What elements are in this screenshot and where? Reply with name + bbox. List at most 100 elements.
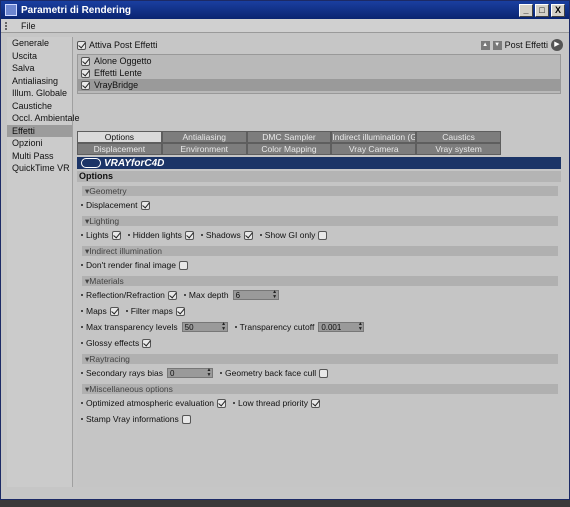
shadows-checkbox[interactable] bbox=[243, 230, 253, 240]
section-raytracing[interactable]: ▾Raytracing bbox=[82, 354, 558, 364]
maps-label: Maps bbox=[86, 306, 107, 316]
sidebar-item-uscita[interactable]: Uscita bbox=[7, 50, 72, 63]
low-thread-priority-label: Low thread priority bbox=[238, 398, 308, 408]
play-arrow-icon[interactable]: ▶ bbox=[551, 39, 563, 51]
glossy-effects-checkbox[interactable] bbox=[142, 338, 152, 348]
secondary-rays-bias-value: 0 bbox=[170, 368, 175, 378]
secondary-rays-bias-label: Secondary rays bias bbox=[86, 368, 164, 378]
hidden-lights-checkbox[interactable] bbox=[184, 230, 194, 240]
back-face-cull-label: Geometry back face cull bbox=[225, 368, 317, 378]
optimized-atmospheric-label: Optimized atmospheric evaluation bbox=[86, 398, 215, 408]
tab-displacement[interactable]: Displacement bbox=[77, 143, 162, 155]
transparency-cutoff-stepper[interactable]: 0.001 ▲ ▼ bbox=[318, 322, 365, 332]
optimized-atmospheric-checkbox[interactable] bbox=[217, 398, 227, 408]
tab-antialiasing[interactable]: Antialiasing bbox=[161, 131, 247, 143]
filter-maps-label: Filter maps bbox=[130, 306, 173, 316]
section-materials-label: Materials bbox=[89, 276, 124, 286]
shadows-label: Shadows bbox=[205, 230, 241, 240]
settings-sidebar: Generale Uscita Salva Antialiasing Illum… bbox=[7, 37, 80, 487]
back-face-cull-checkbox[interactable] bbox=[319, 368, 329, 378]
section-materials[interactable]: ▾Materials bbox=[82, 276, 558, 286]
sidebar-item-quicktime-vr[interactable]: QuickTime VR bbox=[7, 162, 72, 175]
section-geometry-label: Geometry bbox=[89, 186, 127, 196]
max-depth-value: 6 bbox=[235, 290, 241, 300]
sidebar-item-illum-globale[interactable]: Illum. Globale bbox=[7, 87, 72, 100]
effects-panel: Attiva Post Effetti ▲ ▼ Post Effetti ▶ A… bbox=[75, 37, 565, 491]
options-panel: Options ▾Geometry Displacement ▾Lighting… bbox=[77, 171, 561, 487]
list-item[interactable]: Effetti Lente bbox=[78, 67, 560, 79]
tab-caustics[interactable]: Caustics bbox=[416, 131, 501, 143]
vray-banner: VRAYforC4D bbox=[77, 157, 561, 169]
glossy-effects-label: Glossy effects bbox=[86, 338, 140, 348]
sidebar-item-generale[interactable]: Generale bbox=[7, 37, 72, 50]
tab-dmc-sampler[interactable]: DMC Sampler bbox=[246, 131, 332, 143]
reflection-refraction-checkbox[interactable] bbox=[167, 290, 177, 300]
lights-checkbox[interactable] bbox=[111, 230, 121, 240]
stamp-vray-checkbox[interactable] bbox=[181, 414, 191, 424]
close-button[interactable]: X bbox=[551, 3, 565, 17]
menu-file[interactable]: File bbox=[21, 21, 36, 31]
hidden-lights-label: Hidden lights bbox=[132, 230, 182, 240]
effect-checkbox[interactable] bbox=[81, 56, 90, 66]
options-title: Options bbox=[77, 171, 561, 182]
section-geometry[interactable]: ▾Geometry bbox=[82, 186, 558, 196]
list-item[interactable]: Alone Oggetto bbox=[78, 55, 560, 67]
menu-bar: File bbox=[1, 19, 569, 33]
sidebar-item-effetti[interactable]: Effetti bbox=[7, 124, 72, 137]
sidebar-item-caustiche[interactable]: Caustiche bbox=[7, 100, 72, 113]
sidebar-item-occl-ambientale[interactable]: Occl. Ambientale bbox=[7, 112, 80, 125]
effect-checkbox[interactable] bbox=[81, 80, 90, 90]
maps-checkbox[interactable] bbox=[109, 306, 119, 316]
lights-label: Lights bbox=[86, 230, 109, 240]
section-indirect-illumination[interactable]: ▾Indirect illumination bbox=[82, 246, 558, 256]
displacement-checkbox[interactable] bbox=[140, 200, 150, 210]
sidebar-item-salva[interactable]: Salva bbox=[7, 62, 72, 75]
section-lighting-label: Lighting bbox=[89, 216, 120, 226]
vray-banner-text: VRAYforC4D bbox=[104, 157, 165, 169]
sidebar-item-antialiasing[interactable]: Antialiasing bbox=[7, 75, 72, 88]
maximize-button[interactable]: □ bbox=[535, 3, 549, 17]
max-transparency-label: Max transparency levels bbox=[86, 322, 178, 332]
tab-options[interactable]: Options bbox=[77, 131, 162, 143]
minimize-button[interactable]: _ bbox=[519, 3, 533, 17]
transparency-cutoff-value: 0.001 bbox=[321, 322, 342, 332]
activate-post-effects-label: Attiva Post Effetti bbox=[89, 40, 158, 50]
vray-tabs: Options Antialiasing DMC Sampler Indirec… bbox=[77, 131, 501, 155]
render-settings-window: Parametri di Rendering _ □ X File Genera… bbox=[0, 0, 570, 500]
title-bar[interactable]: Parametri di Rendering _ □ X bbox=[1, 1, 569, 19]
list-item[interactable]: VrayBridge bbox=[78, 79, 560, 91]
filter-maps-checkbox[interactable] bbox=[175, 306, 185, 316]
grip-icon bbox=[5, 21, 13, 30]
section-misc-label: Miscellaneous options bbox=[89, 384, 173, 394]
activate-post-effects-checkbox[interactable] bbox=[77, 40, 86, 50]
effect-label: Effetti Lente bbox=[94, 68, 142, 78]
dont-render-label: Don't render final image bbox=[86, 260, 176, 270]
effect-checkbox[interactable] bbox=[81, 68, 90, 78]
effect-label: VrayBridge bbox=[94, 80, 139, 90]
tab-environment[interactable]: Environment bbox=[161, 143, 247, 155]
tab-vray-system[interactable]: Vray system bbox=[416, 143, 501, 155]
transparency-cutoff-label: Transparency cutoff bbox=[239, 322, 315, 332]
tab-color-mapping[interactable]: Color Mapping bbox=[246, 143, 332, 155]
sidebar-item-opzioni[interactable]: Opzioni bbox=[7, 137, 72, 150]
post-effects-bar: Attiva Post Effetti ▲ ▼ Post Effetti ▶ bbox=[75, 38, 565, 52]
tab-vray-camera[interactable]: Vray Camera bbox=[331, 143, 417, 155]
section-lighting[interactable]: ▾Lighting bbox=[82, 216, 558, 226]
post-effects-menu-label[interactable]: Post Effetti bbox=[505, 40, 548, 50]
section-misc-options[interactable]: ▾Miscellaneous options bbox=[82, 384, 558, 394]
sidebar-item-multi-pass[interactable]: Multi Pass bbox=[7, 150, 72, 163]
move-down-icon[interactable]: ▼ bbox=[492, 40, 502, 50]
secondary-rays-bias-stepper[interactable]: 0 ▲ ▼ bbox=[167, 368, 214, 378]
low-thread-priority-checkbox[interactable] bbox=[310, 398, 320, 408]
section-raytracing-label: Raytracing bbox=[89, 354, 130, 364]
window-title: Parametri di Rendering bbox=[21, 4, 132, 16]
tab-indirect-illumination[interactable]: Indirect illumination (GI) bbox=[331, 131, 417, 143]
max-depth-label: Max depth bbox=[188, 290, 229, 300]
move-up-icon[interactable]: ▲ bbox=[480, 40, 490, 50]
reflection-refraction-label: Reflection/Refraction bbox=[86, 290, 165, 300]
max-transparency-stepper[interactable]: 50 ▲ ▼ bbox=[181, 322, 228, 332]
show-gi-only-label: Show GI only bbox=[264, 230, 316, 240]
dont-render-checkbox[interactable] bbox=[178, 260, 188, 270]
max-depth-stepper[interactable]: 6 ▲ ▼ bbox=[232, 290, 279, 300]
show-gi-only-checkbox[interactable] bbox=[318, 230, 328, 240]
